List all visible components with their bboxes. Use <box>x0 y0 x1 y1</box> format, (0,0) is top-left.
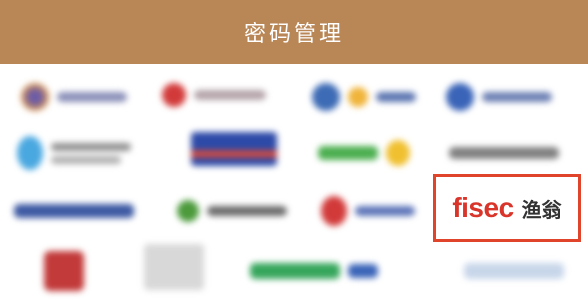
partner-logo-7[interactable] <box>300 130 428 176</box>
partner-logo-6[interactable] <box>170 126 298 172</box>
page-title: 密码管理 <box>243 22 344 47</box>
partner-logo-13[interactable] <box>110 244 238 290</box>
partner-logo-11[interactable] <box>304 188 432 234</box>
partner-logo-4[interactable] <box>435 74 563 120</box>
partner-logo-14[interactable] <box>250 248 378 294</box>
partner-logo-2[interactable] <box>150 72 278 118</box>
partner-logo-8[interactable] <box>440 130 568 176</box>
partner-logo-5[interactable] <box>10 130 138 176</box>
partner-logo-3[interactable] <box>300 74 428 120</box>
fisec-logo-tile[interactable]: fisec 渔翁 <box>433 174 581 242</box>
header-bar: 密码管理 <box>0 0 588 64</box>
fisec-logo-text: fisec <box>452 192 514 223</box>
partner-logo-15[interactable] <box>450 248 578 294</box>
fisec-logo-chinese: 渔翁 <box>521 197 562 222</box>
partner-logo-10[interactable] <box>168 188 296 234</box>
partner-logo-9[interactable] <box>10 188 138 234</box>
partner-logo-1[interactable] <box>10 74 138 120</box>
partner-logo-12[interactable] <box>0 248 128 294</box>
